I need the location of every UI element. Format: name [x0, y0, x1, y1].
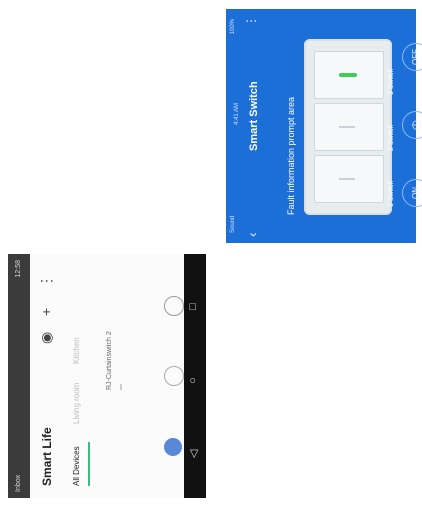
profile-icon[interactable]	[164, 296, 184, 316]
tab-underline	[88, 442, 90, 486]
switch-label-1: 1 Switch	[388, 180, 395, 207]
recents-icon[interactable]: □	[187, 303, 199, 310]
home-icon[interactable]	[164, 438, 182, 456]
smart-switch-screen: Sound 100% ‹ ⋮ 4:41 AM Smart Switch Faul…	[226, 9, 422, 243]
switch-mark	[339, 178, 355, 180]
switch-gang-1[interactable]	[314, 155, 384, 203]
status-left: Inbox	[15, 474, 22, 492]
back-icon[interactable]: ‹	[244, 232, 260, 237]
switch-label-3: 3 Switch	[388, 68, 395, 95]
indicator-led	[339, 73, 357, 77]
add-scene-icon[interactable]: ◉	[38, 332, 55, 344]
more-icon[interactable]: ⋮	[38, 274, 55, 288]
device-status	[120, 384, 122, 390]
fault-info-area: Fault information prompt area	[286, 96, 296, 215]
status-bar: Inbox 12:58	[8, 254, 30, 498]
on-button[interactable]: ON	[402, 179, 422, 207]
switch-label-2: 2 Switch	[388, 124, 395, 151]
plus-icon[interactable]: +	[38, 308, 54, 316]
switch-panel	[304, 39, 392, 215]
switch-gang-2[interactable]	[314, 103, 384, 151]
room-tabs: All Devices Living room Kitchen	[66, 254, 92, 498]
page-title: Smart Switch	[248, 81, 260, 151]
status-time: 12:58	[15, 260, 22, 278]
app-title[interactable]: Smart Life	[40, 427, 54, 486]
tab-living-room[interactable]: Living room	[72, 383, 81, 424]
back-icon[interactable]: ◁	[187, 450, 200, 458]
tab-all-devices[interactable]: All Devices	[72, 446, 81, 486]
status-time: 4:41 AM	[234, 102, 240, 125]
device-name[interactable]: RJ-Curtainswitch 2	[106, 331, 113, 390]
smart-life-screen: Inbox 12:58 Smart Life ◉ + ⋮ All Devices…	[8, 254, 206, 498]
switch-gang-3[interactable]	[314, 51, 384, 99]
more-icon[interactable]: ⋮	[244, 15, 258, 27]
app-bar: Smart Life ◉ + ⋮	[30, 254, 64, 498]
scene-icon[interactable]	[164, 366, 184, 386]
system-nav-bar: ◁ ○ □	[184, 254, 206, 498]
timer-icon[interactable]: ◷	[402, 111, 422, 139]
status-bar: Sound 100%	[226, 9, 242, 243]
home-button-icon[interactable]: ○	[187, 377, 199, 384]
battery-level: 100%	[230, 19, 236, 35]
switch-mark	[339, 126, 355, 128]
tab-kitchen[interactable]: Kitchen	[72, 337, 81, 364]
off-button[interactable]: OFF	[402, 43, 422, 71]
status-left: Sound	[230, 215, 236, 233]
